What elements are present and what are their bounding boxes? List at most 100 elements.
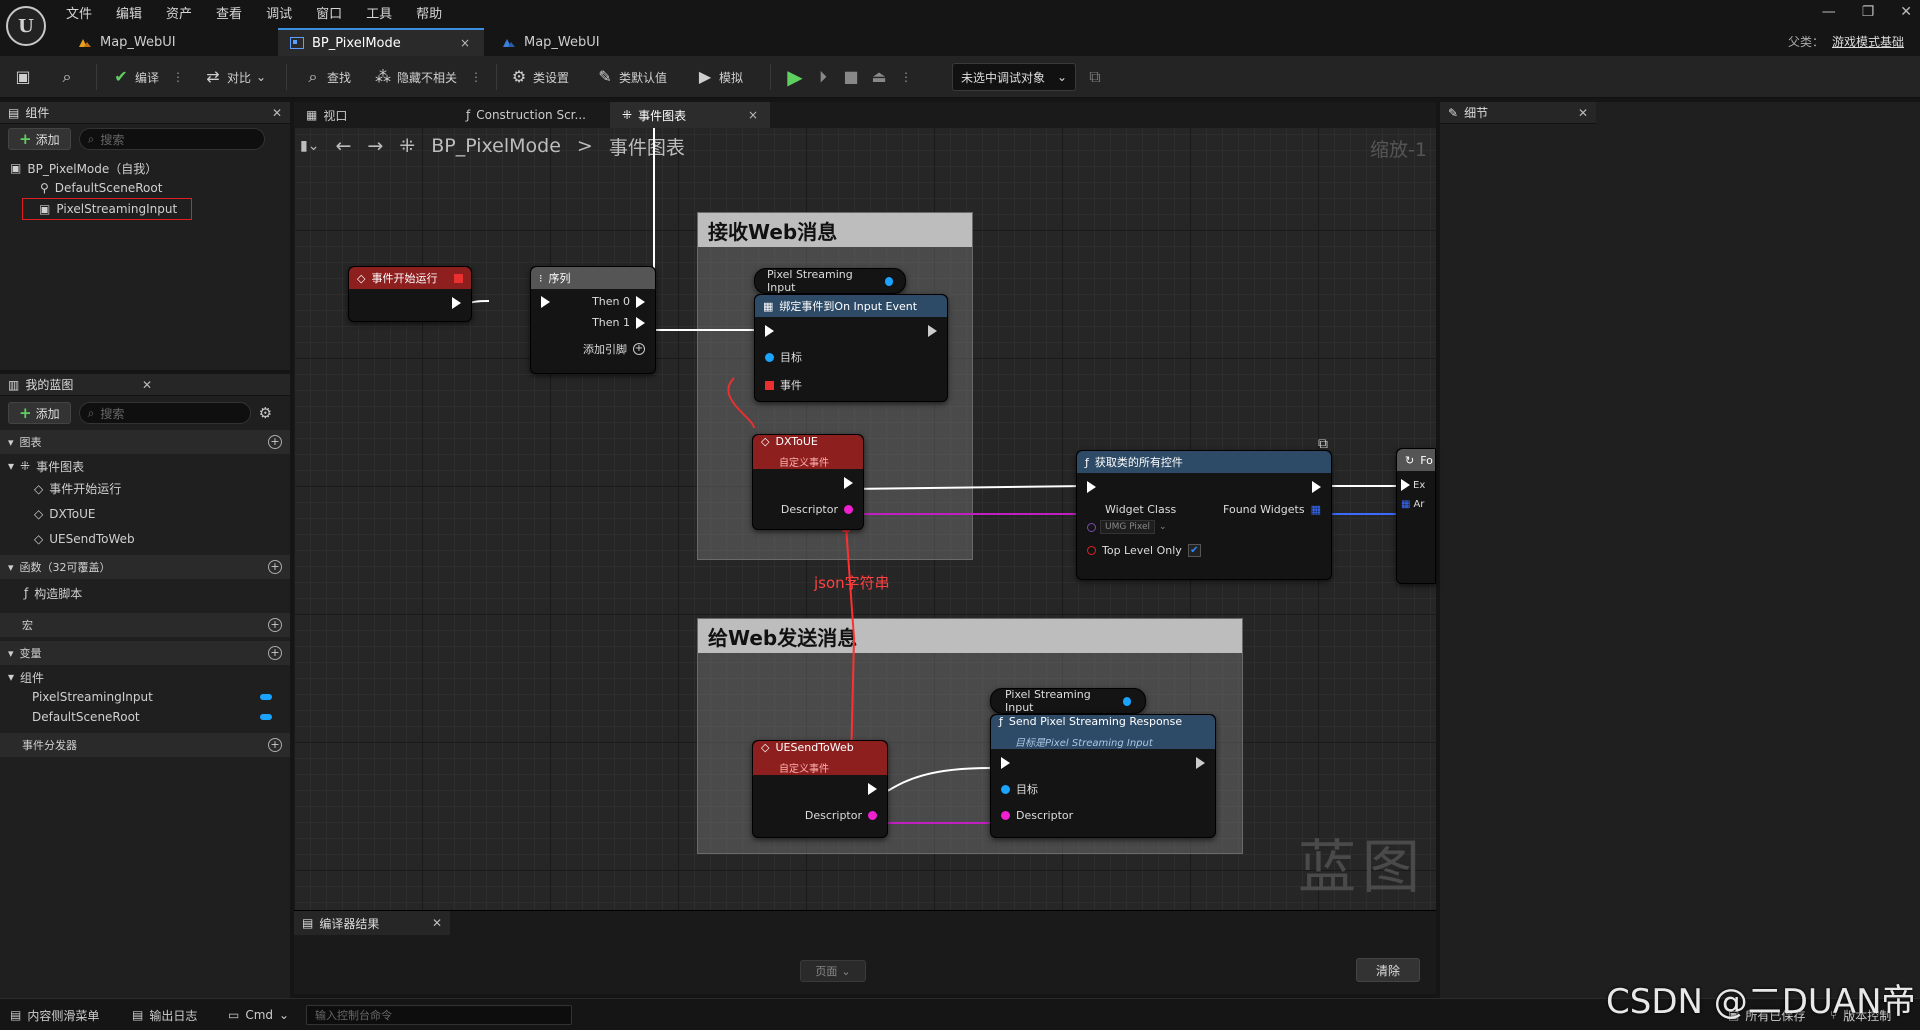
stop-button[interactable]: ■: [842, 56, 860, 98]
add-pin-button[interactable]: 添加引脚 +: [531, 331, 655, 367]
menu-edit[interactable]: 编辑: [116, 3, 142, 22]
close-panel-icon[interactable]: ✕: [272, 106, 282, 120]
add-macro-icon[interactable]: +: [268, 618, 282, 632]
exec-out-pin[interactable]: [452, 297, 461, 309]
eject-button[interactable]: ⏏: [870, 56, 888, 98]
compile-button[interactable]: ✔ 编译 ⋮: [112, 56, 184, 98]
top-level-checkbox[interactable]: ✔: [1187, 544, 1201, 557]
add-dispatcher-icon[interactable]: +: [268, 738, 282, 752]
step-button[interactable]: ⏵: [814, 56, 832, 98]
tab-construction-script[interactable]: ƒ Construction Scr...: [454, 102, 598, 128]
exec-out-pin[interactable]: [1196, 757, 1205, 769]
construction-script-item[interactable]: ƒ 构造脚本: [24, 583, 266, 603]
menu-tools[interactable]: 工具: [366, 3, 392, 22]
output-log-button[interactable]: ▤ 输出日志: [132, 999, 197, 1030]
close-tab-icon[interactable]: ×: [460, 36, 470, 50]
my-blueprint-search-input[interactable]: ⌕ 搜索: [78, 402, 251, 424]
parent-class-link[interactable]: 游戏模式基础: [1832, 33, 1904, 50]
target-pin[interactable]: [1001, 784, 1010, 794]
node-begin-play[interactable]: ◇ 事件开始运行: [348, 266, 472, 322]
exec-out-pin[interactable]: [868, 783, 877, 795]
debug-filter-button[interactable]: ⧉: [1086, 56, 1104, 98]
node-pixel-streaming-input-2[interactable]: Pixel Streaming Input: [990, 688, 1146, 714]
menu-window[interactable]: 窗口: [316, 3, 342, 22]
category-macros[interactable]: 宏 +: [0, 613, 290, 637]
close-tab-icon[interactable]: ×: [748, 108, 758, 122]
tab-bp-pixelmode[interactable]: BP_PixelMode ×: [278, 28, 484, 56]
object-out-pin[interactable]: [884, 276, 893, 286]
variable-pixel-streaming-input[interactable]: PixelStreamingInput: [8, 687, 282, 707]
then-1-pin[interactable]: [636, 316, 645, 329]
tab-map-webui-1[interactable]: Map_WebUI: [66, 28, 190, 56]
find-button[interactable]: ⌕ 查找: [304, 56, 352, 98]
exec-in-pin[interactable]: [765, 325, 774, 337]
object-out-pin[interactable]: [1122, 696, 1131, 706]
clear-button[interactable]: 清除: [1356, 958, 1420, 982]
forward-arrow-icon[interactable]: →: [367, 135, 383, 157]
add-member-button[interactable]: + 添加: [8, 402, 71, 424]
play-button[interactable]: ▶: [786, 56, 804, 98]
add-function-icon[interactable]: +: [268, 560, 282, 574]
event-item-begin-play[interactable]: ◇ 事件开始运行: [8, 476, 282, 501]
descriptor-out-pin[interactable]: [844, 505, 853, 514]
category-functions[interactable]: ▾ 函数（32可覆盖） +: [0, 555, 290, 579]
component-pixel-streaming-input[interactable]: ▣ PixelStreamingInput: [22, 198, 192, 220]
exec-out-pin[interactable]: [844, 477, 853, 489]
play-options-button[interactable]: ⋮: [900, 56, 912, 98]
breadcrumb-blueprint[interactable]: BP_PixelMode: [431, 135, 561, 157]
exec-in-pin[interactable]: [541, 295, 550, 308]
compiler-results-tab[interactable]: ▤ 编译器结果 ✕: [294, 911, 450, 935]
class-settings-button[interactable]: ⚙ 类设置: [510, 56, 569, 98]
variable-group-components[interactable]: ▾ 组件: [8, 667, 282, 687]
event-graph-item[interactable]: ▾ ⁜ 事件图表: [8, 456, 282, 476]
class-in-pin[interactable]: [1087, 522, 1096, 532]
menu-view[interactable]: 查看: [216, 3, 242, 22]
tab-map-webui-2[interactable]: Map_WebUI: [490, 28, 614, 56]
category-graphs[interactable]: ▾ 图表 +: [0, 430, 290, 454]
menu-debug[interactable]: 调试: [266, 3, 292, 22]
exec-out-pin[interactable]: [1312, 481, 1321, 493]
bookmark-icon[interactable]: ▮⌄: [300, 138, 319, 154]
back-arrow-icon[interactable]: ←: [335, 135, 351, 157]
exec-in-pin[interactable]: [1401, 479, 1410, 491]
node-dxtoue[interactable]: ◇ DXToUE 自定义事件 Descriptor: [752, 434, 864, 530]
node-get-all-widgets[interactable]: ƒ 获取类的所有控件 Widget Class Found Widgets ▦ UMG…: [1076, 450, 1332, 580]
exec-out-pin[interactable]: [928, 325, 937, 337]
tab-event-graph[interactable]: ⁜ 事件图表 ×: [610, 102, 770, 128]
tab-viewport[interactable]: ▦ 视口: [294, 102, 359, 128]
close-panel-icon[interactable]: ✕: [1578, 106, 1588, 120]
diff-button[interactable]: ⇄ 对比 ⌄: [204, 56, 266, 98]
event-pin[interactable]: [765, 380, 774, 390]
add-component-button[interactable]: + 添加: [8, 128, 71, 150]
more-options-icon[interactable]: ⋮: [172, 70, 184, 84]
menu-asset[interactable]: 资产: [166, 3, 192, 22]
simulate-button[interactable]: ▶ 模拟: [696, 56, 743, 98]
array-out-pin[interactable]: ▦: [1311, 503, 1321, 516]
minimize-button[interactable]: —: [1822, 4, 1836, 20]
descriptor-in-pin[interactable]: [1001, 811, 1010, 820]
add-variable-icon[interactable]: +: [268, 646, 282, 660]
node-uesendtoweb[interactable]: ◇ UESendToWeb 自定义事件 Descriptor: [752, 740, 888, 838]
console-command-input[interactable]: 输入控制台命令: [306, 1005, 572, 1025]
close-panel-icon[interactable]: ✕: [142, 378, 152, 392]
target-pin[interactable]: [765, 352, 774, 362]
components-search-input[interactable]: ⌕ 搜索: [78, 128, 265, 150]
close-window-button[interactable]: ✕: [1900, 4, 1912, 20]
descriptor-out-pin[interactable]: [868, 811, 877, 820]
debug-target-select[interactable]: 未选中调试对象 ⌄: [952, 63, 1076, 91]
category-variables[interactable]: ▾ 变量 +: [0, 641, 290, 665]
event-item-uesendtoweb[interactable]: ◇ UESendToWeb: [8, 526, 282, 551]
menu-file[interactable]: 文件: [66, 3, 92, 22]
array-in-pin[interactable]: ▦: [1401, 499, 1410, 510]
cmd-button[interactable]: ▭ Cmd ⌄: [228, 999, 289, 1030]
variable-default-scene-root[interactable]: DefaultSceneRoot: [8, 707, 282, 727]
node-send-pixel-streaming-response[interactable]: ƒ Send Pixel Streaming Response 目标是Pixel …: [990, 714, 1216, 838]
bool-in-pin[interactable]: [1087, 546, 1096, 555]
content-drawer-button[interactable]: ▤ 内容侧滑菜单: [10, 999, 99, 1030]
add-graph-icon[interactable]: +: [268, 435, 282, 449]
then-0-pin[interactable]: [636, 295, 645, 308]
gear-icon[interactable]: ⚙: [259, 404, 272, 422]
save-button[interactable]: ▣: [14, 56, 32, 98]
exec-in-pin[interactable]: [1001, 757, 1010, 769]
class-select[interactable]: UMG Pixel: [1100, 520, 1156, 534]
